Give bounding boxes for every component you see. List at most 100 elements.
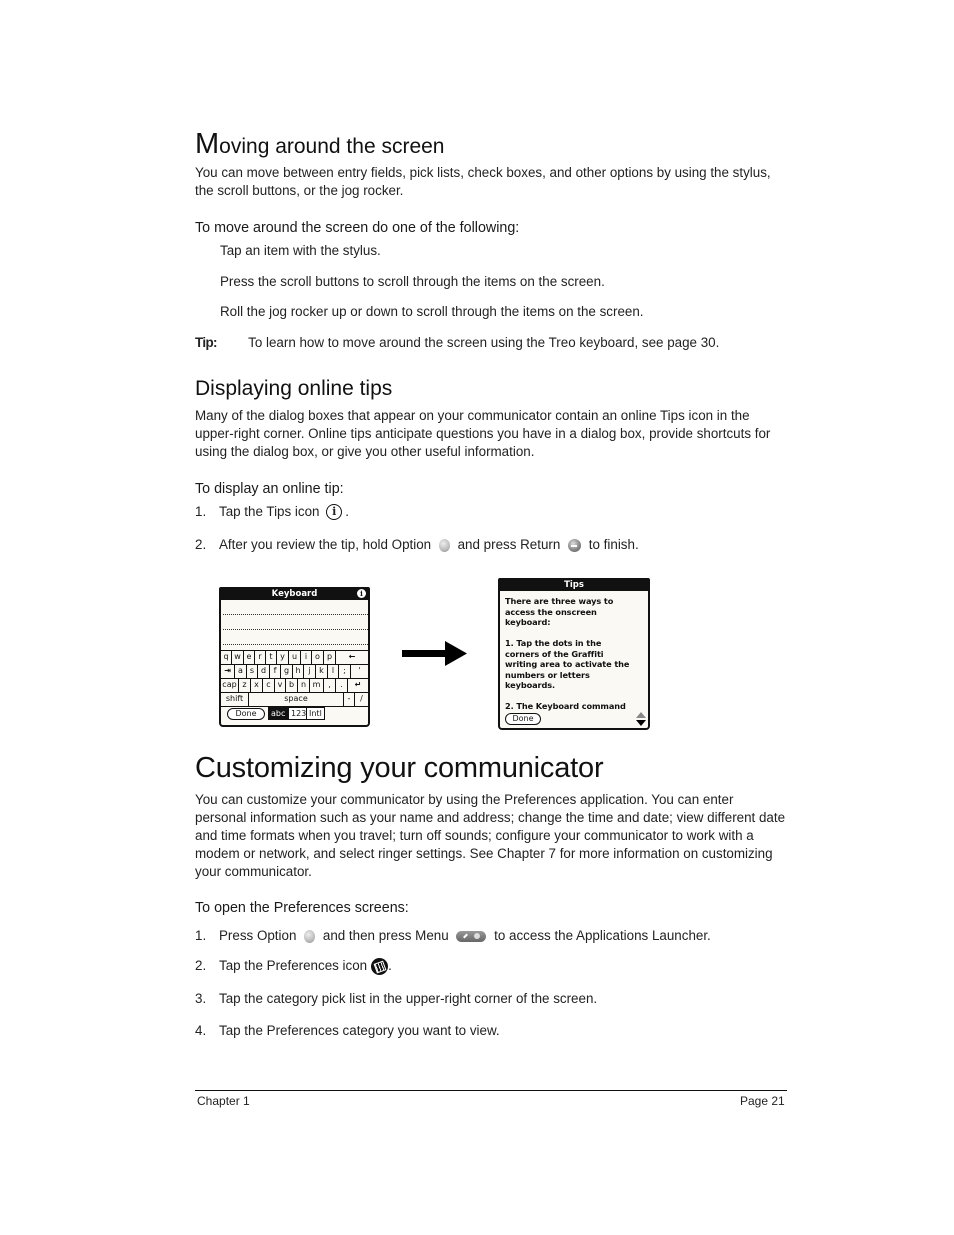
tips-line: access the onscreen [505, 606, 597, 617]
tips-done-button[interactable]: Done [505, 713, 541, 725]
key[interactable]: a [235, 665, 247, 678]
key[interactable]: / [355, 693, 368, 706]
info-icon: i [357, 589, 366, 598]
key[interactable]: r [255, 651, 266, 664]
space-key[interactable]: space [249, 693, 344, 706]
option-button-icon [304, 929, 316, 943]
backspace-key[interactable]: ← [336, 651, 368, 664]
text-line [223, 629, 368, 630]
tip-note: Tip: To learn how to move around the scr… [195, 335, 719, 350]
tips-content: There are three ways to access the onscr… [505, 596, 644, 712]
key[interactable]: e [244, 651, 255, 664]
key[interactable]: ' [351, 665, 368, 678]
key[interactable]: m [310, 679, 324, 692]
step-text: Tap the Tips icon [219, 504, 320, 519]
mode-abc-tab[interactable]: abc [268, 707, 289, 720]
key[interactable]: s [247, 665, 258, 678]
footer-page-number: Page 21 [740, 1094, 785, 1108]
key[interactable]: - [344, 693, 355, 706]
key[interactable]: c [263, 679, 275, 692]
key-row: cap z x c v b n m , . ↵ [221, 678, 368, 692]
tips-line: keyboard: [505, 617, 551, 627]
step-text-middle: and then press Menu [322, 928, 449, 943]
prefs-step-4: 4. Tap the Preferences category you want … [195, 1023, 500, 1038]
customizing-lead: To open the Preferences screens: [195, 900, 409, 916]
key-row: shift space - / [221, 692, 368, 707]
key[interactable]: g [281, 665, 293, 678]
step-number: 2. [195, 958, 207, 974]
keyboard-done-button[interactable]: Done [227, 708, 265, 720]
tips-line: corners of the Graffiti [505, 648, 604, 659]
tips-line: 1. Tap the dots in the [505, 638, 602, 648]
step-text-end: . [388, 958, 392, 974]
onscreen-keyboard: q w e r t y u i o p ← ⇥ a s d f g h j k … [221, 650, 368, 707]
key[interactable]: b [286, 679, 298, 692]
step-text: Tap the Preferences category you want to… [219, 1023, 500, 1038]
key[interactable]: . [336, 679, 348, 692]
tip-text: To learn how to move around the screen u… [248, 335, 720, 350]
info-icon: i [326, 504, 343, 521]
shift-key[interactable]: shift [221, 693, 249, 706]
step-number: 1. [195, 504, 207, 519]
tips-screenshot: Tips There are three ways to access the … [498, 578, 650, 730]
right-arrow-icon [402, 641, 467, 666]
customizing-intro: You can customize your communicator by u… [195, 792, 786, 879]
key[interactable]: p [324, 651, 336, 664]
key[interactable]: f [270, 665, 281, 678]
tips-line: 2. The Keyboard command [505, 701, 626, 711]
text-line [223, 644, 368, 645]
return-key[interactable]: ↵ [348, 679, 368, 692]
key[interactable]: y [277, 651, 289, 664]
step-text-end: to finish. [588, 537, 639, 552]
prefs-step-1: 1. Press Option and then press Menu to ac… [195, 928, 711, 943]
option-button-icon [438, 538, 450, 552]
prefs-step-2: 2. Tap the Preferences icon. [195, 958, 392, 975]
prefs-step-3: 3. Tap the category pick list in the uppe… [195, 991, 597, 1006]
key[interactable]: t [266, 651, 277, 664]
key[interactable]: h [293, 665, 304, 678]
footer-chapter: Chapter 1 [197, 1094, 250, 1108]
heading-initial: M [195, 128, 220, 160]
step-text-end: . [345, 504, 349, 519]
step-text: Tap the Preferences icon [219, 958, 368, 974]
key[interactable]: j [304, 665, 316, 678]
key[interactable]: l [328, 665, 339, 678]
step-text-end: to access the Applications Launcher. [494, 928, 711, 943]
keyboard-title: Keyboard [271, 589, 318, 599]
key[interactable]: ; [339, 665, 351, 678]
tips-title: Tips [564, 580, 584, 590]
preferences-icon [371, 958, 389, 975]
tip-label: Tip: [195, 335, 218, 350]
key[interactable]: u [289, 651, 301, 664]
caps-key[interactable]: cap [221, 679, 239, 692]
option-item: Tap an item with the stylus. [220, 243, 381, 258]
tab-key[interactable]: ⇥ [221, 665, 235, 678]
key[interactable]: d [258, 665, 270, 678]
key-row: q w e r t y u i o p ← [221, 650, 368, 664]
menu-button-icon [456, 930, 487, 942]
moving-intro: You can move between entry fields, pick … [195, 165, 771, 198]
tips-step-2: 2. After you review the tip, hold Option … [195, 537, 639, 552]
key[interactable]: v [275, 679, 286, 692]
tips-line: writing area to activate the [505, 659, 630, 669]
scroll-arrows-icon[interactable] [636, 712, 646, 726]
key[interactable]: k [316, 665, 328, 678]
mode-intl-tab[interactable]: Intl [306, 707, 325, 720]
text-line [223, 614, 368, 615]
step-number: 4. [195, 1023, 207, 1038]
key[interactable]: z [239, 679, 251, 692]
tips-title-bar: Tips [500, 580, 648, 591]
tips-step-1: 1. Tap the Tips icon i. [195, 504, 349, 521]
key[interactable]: i [301, 651, 312, 664]
key[interactable]: n [298, 679, 310, 692]
section-heading-moving: Moving around the screen [195, 128, 445, 161]
tips-line: There are three ways to [505, 596, 614, 606]
key[interactable]: w [232, 651, 244, 664]
key[interactable]: x [251, 679, 263, 692]
key[interactable]: q [221, 651, 232, 664]
option-item: Roll the jog rocker up or down to scroll… [220, 304, 644, 319]
tips-line: keyboards. [505, 680, 556, 690]
online-tips-lead: To display an online tip: [195, 481, 344, 497]
key[interactable]: , [324, 679, 336, 692]
key[interactable]: o [312, 651, 324, 664]
